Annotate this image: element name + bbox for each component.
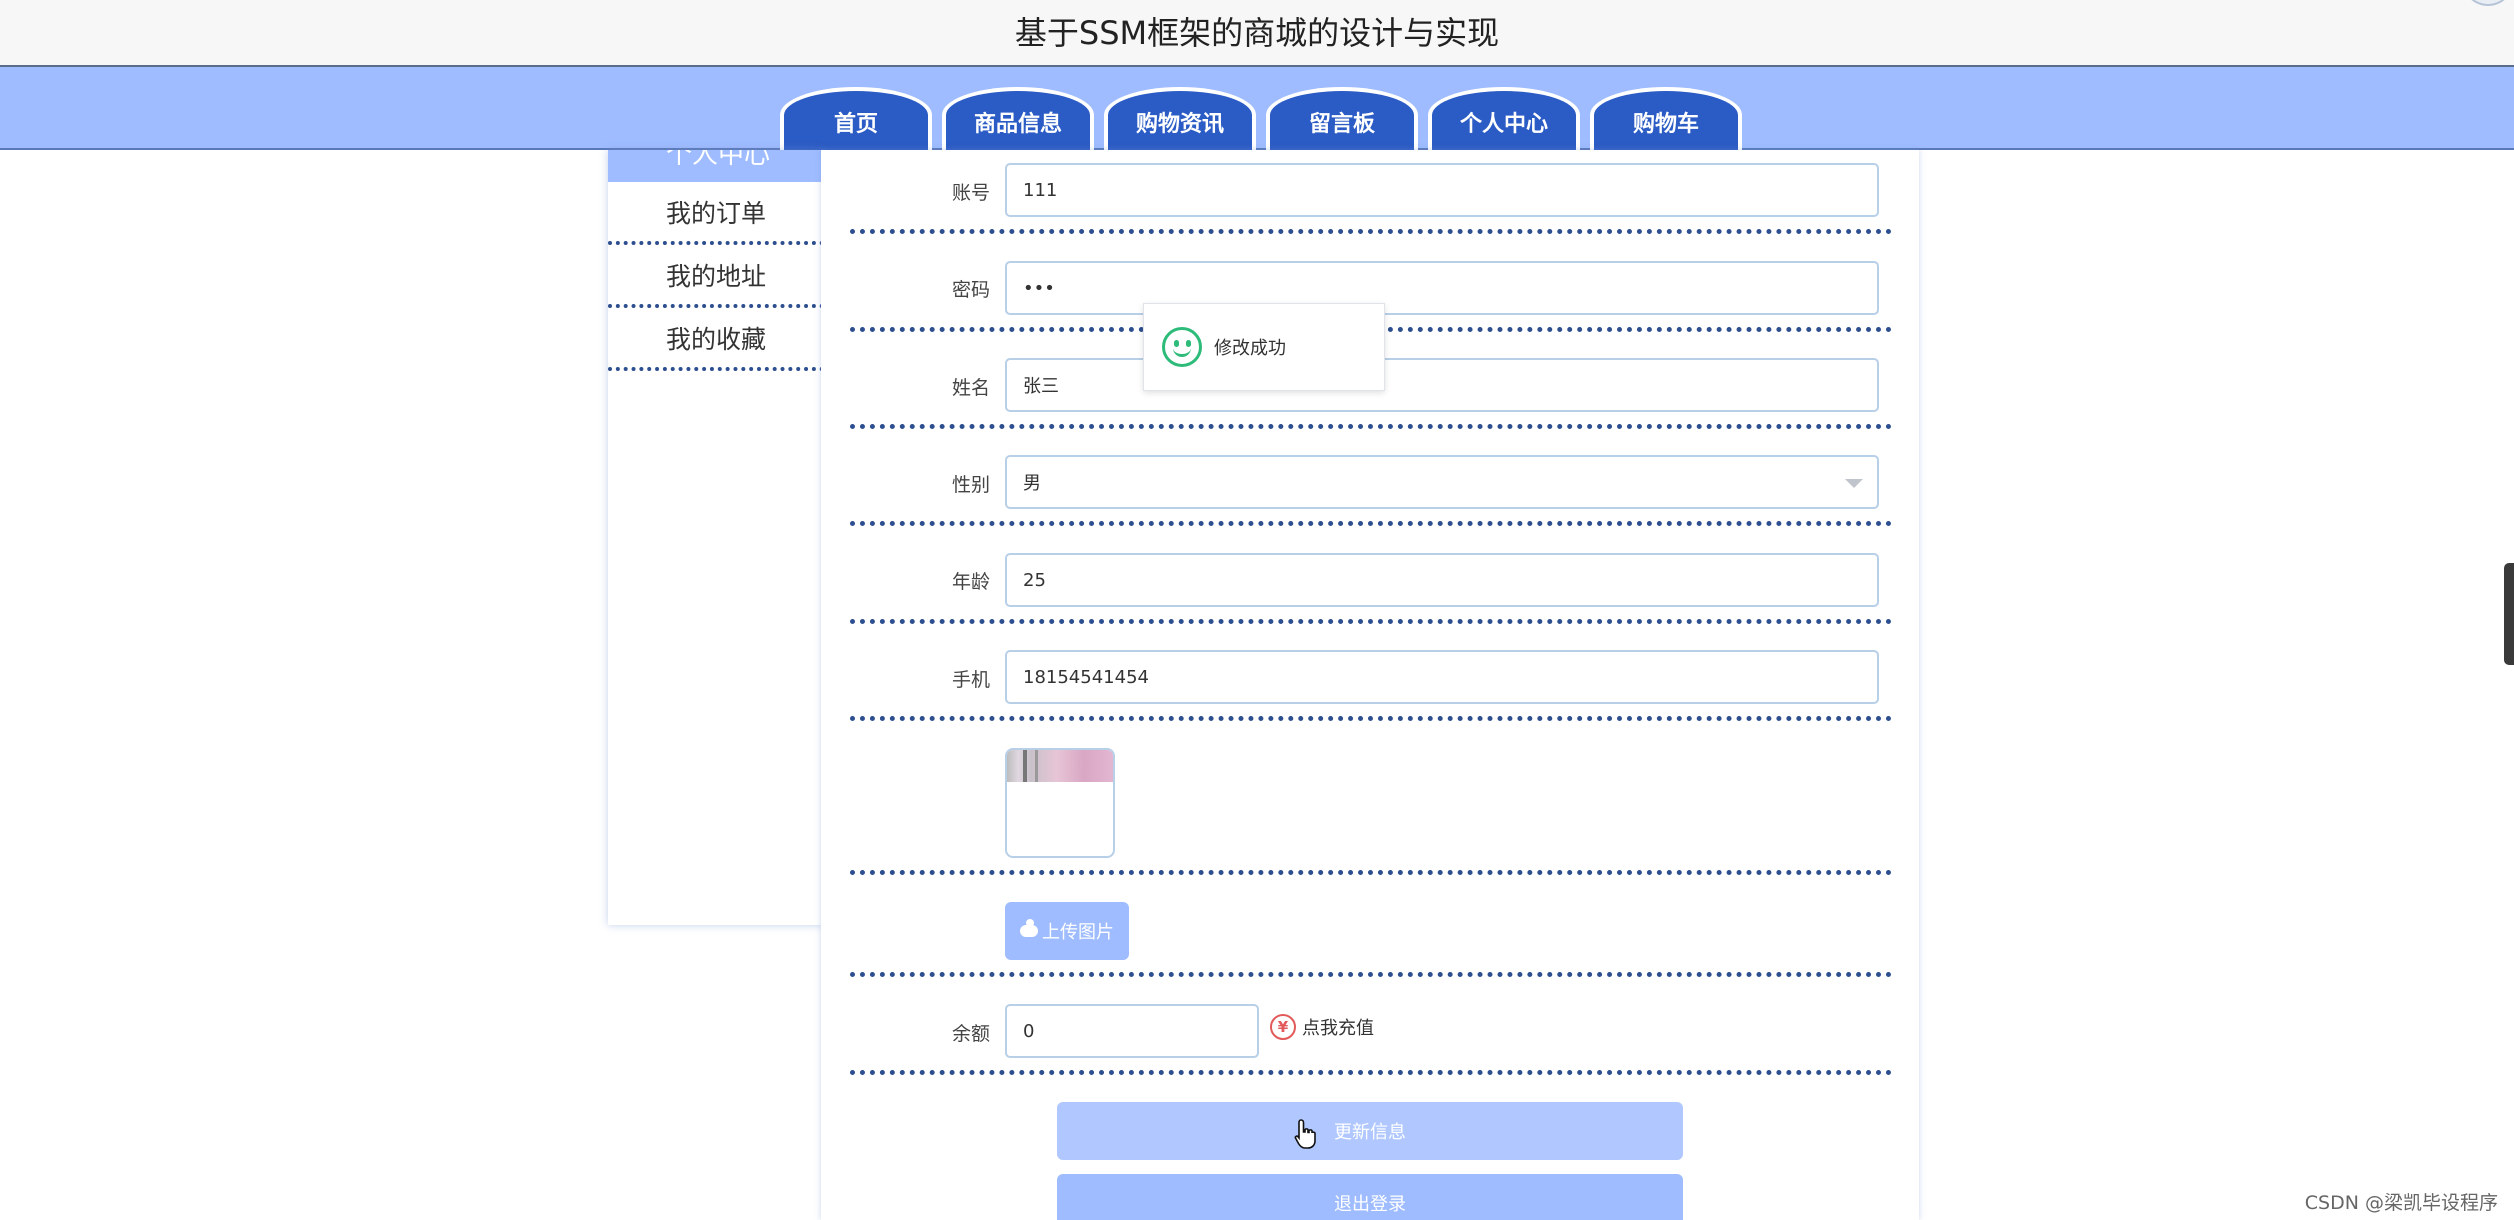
name-input[interactable]: 张三 — [1005, 358, 1879, 412]
gender-select-value: 男 — [1023, 473, 1041, 494]
scrollbar-handle[interactable] — [2504, 563, 2514, 665]
phone-label: 手机 — [951, 669, 990, 691]
tab-news[interactable]: 购物资讯 — [1104, 87, 1256, 150]
update-info-button[interactable]: 更新信息 — [1057, 1102, 1683, 1160]
sidebar-header-label: 个人中心 — [666, 150, 771, 170]
yen-icon: ¥ — [1270, 1014, 1296, 1040]
sidebar-header: 个人中心 — [608, 150, 824, 182]
recharge-label: 点我充值 — [1302, 1018, 1374, 1039]
divider — [850, 716, 1892, 721]
upload-image-button[interactable]: 上传图片 — [1005, 902, 1129, 960]
divider — [850, 229, 1892, 234]
age-label: 年龄 — [951, 571, 990, 593]
smile-icon — [1162, 327, 1202, 367]
tab-personal-center[interactable]: 个人中心 — [1428, 87, 1580, 150]
recharge-link[interactable]: ¥ 点我充值 — [1270, 1014, 1374, 1040]
sidebar-item-orders[interactable]: 我的订单 — [608, 182, 824, 245]
divider — [850, 972, 1892, 977]
account-input[interactable]: 111 — [1005, 163, 1879, 217]
nav-tabs: 首页 商品信息 购物资讯 留言板 个人中心 购物车 — [780, 87, 1742, 150]
divider — [850, 1070, 1892, 1075]
tab-message-board[interactable]: 留言板 — [1266, 87, 1418, 150]
divider — [850, 424, 1892, 429]
password-label: 密码 — [951, 279, 990, 301]
divider — [850, 870, 1892, 875]
avatar[interactable] — [2462, 0, 2514, 6]
divider — [850, 521, 1892, 526]
hand-cursor-icon — [1294, 1119, 1316, 1149]
password-input[interactable]: ••• — [1005, 261, 1879, 315]
divider — [850, 619, 1892, 624]
nav-bar: 首页 商品信息 购物资讯 留言板 个人中心 购物车 — [0, 67, 2514, 150]
upload-image-label: 上传图片 — [1042, 922, 1114, 943]
gender-select[interactable]: 男 — [1005, 455, 1879, 509]
sidebar-item-address[interactable]: 我的地址 — [608, 245, 824, 308]
sidebar-item-favorites[interactable]: 我的收藏 — [608, 308, 824, 371]
age-input[interactable]: 25 — [1005, 553, 1879, 607]
watermark: CSDN @梁凯毕设程序 — [2304, 1192, 2498, 1214]
tab-home[interactable]: 首页 — [780, 87, 932, 150]
gender-label: 性别 — [951, 474, 990, 496]
tab-cart[interactable]: 购物车 — [1590, 87, 1742, 150]
title-bar: 基于SSM框架的商城的设计与实现 — [0, 0, 2514, 67]
avatar-image — [1007, 750, 1113, 782]
phone-input[interactable]: 18154541454 — [1005, 650, 1879, 704]
tab-products[interactable]: 商品信息 — [942, 87, 1094, 150]
chevron-down-icon — [1845, 479, 1863, 488]
toast-message: 修改成功 — [1214, 338, 1286, 359]
balance-label: 余额 — [951, 1023, 990, 1045]
balance-input[interactable]: 0 — [1005, 1004, 1259, 1058]
logout-button[interactable]: 退出登录 — [1057, 1174, 1683, 1220]
success-toast: 修改成功 — [1143, 303, 1385, 391]
avatar-preview[interactable] — [1005, 748, 1115, 858]
account-label: 账号 — [951, 182, 990, 204]
site-title: 基于SSM框架的商城的设计与实现 — [1014, 14, 1500, 52]
cloud-upload-icon — [1020, 919, 1038, 937]
name-label: 姓名 — [951, 377, 990, 399]
